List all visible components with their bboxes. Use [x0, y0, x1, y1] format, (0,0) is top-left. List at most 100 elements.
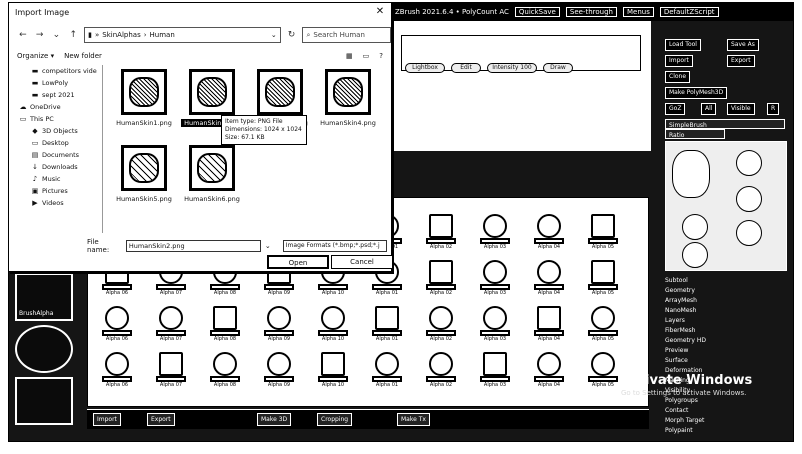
- see-through-button[interactable]: See-through: [565, 7, 617, 17]
- nav-item[interactable]: ▣ Pictures: [15, 185, 102, 197]
- nav-item[interactable]: ▭ Desktop: [15, 137, 102, 149]
- menu-preview[interactable]: Preview: [665, 347, 725, 357]
- head-tool-thumb[interactable]: [672, 150, 710, 198]
- alpha-thumb[interactable]: Alpha 07: [148, 304, 194, 344]
- alpha-thumb[interactable]: Alpha 03: [472, 350, 518, 390]
- tool-thumb[interactable]: [736, 186, 762, 212]
- organize-button[interactable]: Organize ▾: [17, 52, 54, 60]
- alpha-thumb[interactable]: Alpha 04: [526, 258, 572, 298]
- ratio-slider[interactable]: Ratio: [665, 129, 725, 139]
- alpha-preview-tile[interactable]: [15, 325, 73, 373]
- nav-item[interactable]: ▭ This PC: [15, 113, 102, 125]
- nav-item[interactable]: ↓ Downloads: [15, 161, 102, 173]
- alpha-thumb[interactable]: Alpha 04: [526, 350, 572, 390]
- alpha-thumb[interactable]: Alpha 07: [148, 350, 194, 390]
- menu-geometry-hd[interactable]: Geometry HD: [665, 337, 725, 347]
- make-polymesh-button[interactable]: Make PolyMesh3D: [665, 87, 728, 99]
- alpha-thumb[interactable]: Alpha 02: [418, 212, 464, 252]
- r-button[interactable]: R: [767, 103, 780, 115]
- lightbox-button[interactable]: Lightbox: [405, 63, 445, 73]
- simplebrush-slider[interactable]: SimpleBrush: [665, 119, 785, 129]
- alpha-thumb[interactable]: Alpha 10: [310, 350, 356, 390]
- alpha-thumb[interactable]: Alpha 03: [472, 212, 518, 252]
- up-arrow-icon[interactable]: ↑: [67, 29, 79, 41]
- nav-item[interactable]: ◆ 3D Objects: [15, 125, 102, 137]
- make-3d-button[interactable]: Make 3D: [257, 413, 292, 426]
- import-tool-button[interactable]: Import: [665, 55, 693, 67]
- breadcrumb-human[interactable]: Human: [150, 31, 175, 39]
- nav-item[interactable]: ☁ OneDrive: [15, 101, 102, 113]
- alpha-thumb[interactable]: Alpha 02: [418, 350, 464, 390]
- search-input[interactable]: ⌕ Search Human: [302, 27, 391, 43]
- cancel-button[interactable]: Cancel: [331, 255, 393, 269]
- file-item[interactable]: HumanSkin5.png: [113, 145, 175, 223]
- nav-item[interactable]: ▶ Videos: [15, 197, 102, 209]
- alpha-thumb[interactable]: Alpha 04: [526, 304, 572, 344]
- menu-fibermesh[interactable]: FiberMesh: [665, 327, 725, 337]
- alpha-thumb[interactable]: Alpha 02: [418, 304, 464, 344]
- nav-item[interactable]: ▬ LowPoly: [15, 77, 102, 89]
- tool-thumb[interactable]: [736, 220, 762, 246]
- menu-geometry[interactable]: Geometry: [665, 287, 725, 297]
- preview-pane-icon[interactable]: ▭: [363, 52, 370, 60]
- alpha-thumb[interactable]: Alpha 10: [310, 304, 356, 344]
- menu-arraymesh[interactable]: ArrayMesh: [665, 297, 725, 307]
- menus-button[interactable]: Menus: [622, 7, 654, 17]
- file-item[interactable]: HumanSkin4.png: [317, 69, 379, 147]
- alpha-thumb[interactable]: Alpha 03: [472, 304, 518, 344]
- tool-thumb[interactable]: [682, 214, 708, 240]
- alpha-thumb[interactable]: Alpha 09: [256, 350, 302, 390]
- alpha-thumb[interactable]: Alpha 05: [580, 304, 626, 344]
- nav-item[interactable]: ▬ competitors vide: [15, 65, 102, 77]
- file-type-select[interactable]: Image Formats (*.bmp;*.psd;*.j: [282, 240, 387, 252]
- menu-subtool[interactable]: Subtool: [665, 277, 725, 287]
- tool-thumb[interactable]: [736, 150, 762, 176]
- menu-morph-target[interactable]: Morph Target: [665, 417, 725, 427]
- alpha-export-button[interactable]: Export: [147, 413, 175, 426]
- menu-polypaint[interactable]: Polypaint: [665, 427, 725, 437]
- alpha-thumb[interactable]: Alpha 01: [364, 304, 410, 344]
- alpha-thumb[interactable]: Alpha 05: [580, 350, 626, 390]
- menu-contact[interactable]: Contact: [665, 407, 725, 417]
- edit-button[interactable]: Edit: [451, 63, 481, 73]
- breadcrumb-skinalphas[interactable]: SkinAlphas: [102, 31, 140, 39]
- menu-nanomesh[interactable]: NanoMesh: [665, 307, 725, 317]
- alpha-thumb[interactable]: Alpha 05: [580, 258, 626, 298]
- save-as-button[interactable]: Save As: [727, 39, 759, 51]
- chevron-down-icon[interactable]: ⌄: [271, 31, 280, 39]
- texture-tile[interactable]: [15, 377, 73, 425]
- alpha-thumb[interactable]: Alpha 04: [526, 212, 572, 252]
- alpha-thumb[interactable]: Alpha 06: [94, 350, 140, 390]
- all-button[interactable]: All: [701, 103, 717, 115]
- tool-thumb[interactable]: [682, 242, 708, 268]
- goz-button[interactable]: GoZ: [665, 103, 686, 115]
- chevron-down-icon[interactable]: ⌄: [265, 242, 271, 250]
- refresh-icon[interactable]: ↻: [286, 29, 298, 41]
- file-item[interactable]: HumanSkin1.png: [113, 69, 175, 147]
- make-tx-button[interactable]: Make Tx: [397, 413, 430, 426]
- default-zscript-button[interactable]: DefaultZScript: [659, 7, 719, 17]
- alpha-thumb[interactable]: Alpha 08: [202, 304, 248, 344]
- filename-input[interactable]: HumanSkin2.png: [125, 240, 261, 252]
- new-folder-button[interactable]: New folder: [64, 52, 102, 60]
- alpha-thumb[interactable]: Alpha 05: [580, 212, 626, 252]
- menu-layers[interactable]: Layers: [665, 317, 725, 327]
- nav-item[interactable]: ▬ sept 2021: [15, 89, 102, 101]
- alpha-thumb[interactable]: Alpha 09: [256, 304, 302, 344]
- alpha-thumb[interactable]: Alpha 01: [364, 350, 410, 390]
- open-button[interactable]: Open: [267, 255, 329, 269]
- nav-item[interactable]: ♪ Music: [15, 173, 102, 185]
- menu-surface[interactable]: Surface: [665, 357, 725, 367]
- brush-alpha-tile[interactable]: BrushAlpha: [15, 273, 73, 321]
- menu-polygroups[interactable]: Polygroups: [665, 397, 725, 407]
- alpha-thumb[interactable]: Alpha 02: [418, 258, 464, 298]
- alpha-import-button[interactable]: Import: [93, 413, 121, 426]
- chevron-down-icon[interactable]: ⌄: [51, 29, 63, 41]
- intensity-slider[interactable]: Intensity 100: [487, 63, 537, 73]
- cropping-button[interactable]: Cropping: [317, 413, 353, 426]
- alpha-thumb[interactable]: Alpha 03: [472, 258, 518, 298]
- back-arrow-icon[interactable]: ←: [17, 29, 29, 41]
- export-tool-button[interactable]: Export: [727, 55, 755, 67]
- file-item[interactable]: HumanSkin6.png: [181, 145, 243, 223]
- address-bar[interactable]: ▮ » SkinAlphas › Human ⌄: [84, 27, 281, 43]
